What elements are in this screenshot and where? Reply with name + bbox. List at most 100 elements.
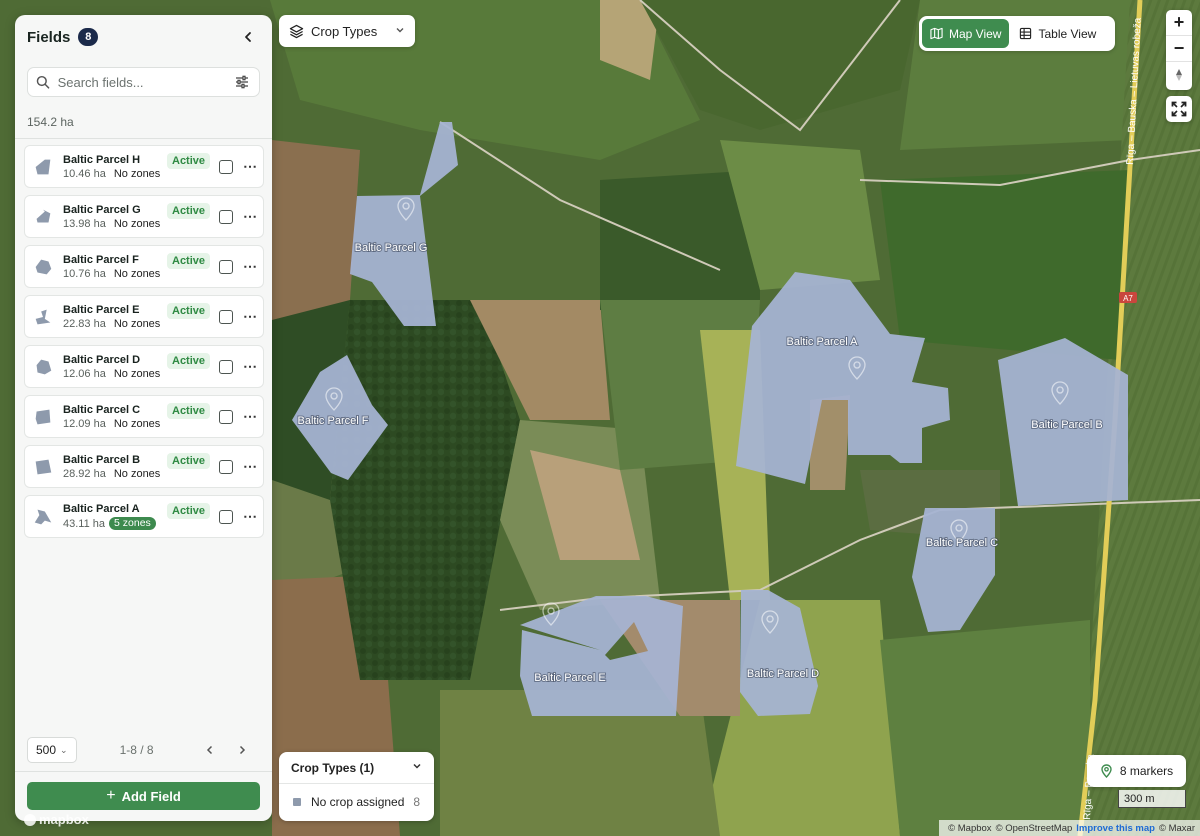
field-shape-icon (31, 156, 55, 178)
field-list-item[interactable]: Baltic Parcel A 43.11 ha 5 zones Active … (24, 495, 264, 538)
search-icon (36, 75, 50, 89)
field-list-item[interactable]: Baltic Parcel E 22.83 ha No zones Active… (24, 295, 264, 338)
map-view-label: Map View (949, 26, 1002, 41)
field-info: Baltic Parcel B 28.92 ha No zones (63, 454, 163, 480)
fields-count-badge: 8 (78, 28, 99, 46)
maxar-attribution-link[interactable]: © Maxar (1159, 823, 1195, 834)
field-meta: 22.83 ha No zones (63, 318, 163, 330)
field-meta: 28.92 ha No zones (63, 468, 163, 480)
improve-map-link[interactable]: Improve this map (1076, 823, 1155, 834)
status-badge: Active (167, 303, 211, 319)
field-checkbox[interactable] (219, 409, 233, 424)
scale-bar: 300 m (1118, 790, 1186, 808)
scale-label: 300 m (1124, 792, 1155, 805)
plus-icon: + (106, 787, 116, 804)
field-name: Baltic Parcel B (63, 453, 141, 466)
status-badge: Active (167, 203, 211, 219)
field-area: 10.76 ha (63, 267, 106, 280)
search-input[interactable] (57, 74, 234, 90)
sidebar-header: Fields 8 (15, 15, 272, 59)
field-checkbox[interactable] (219, 309, 233, 324)
chevron-down-icon (412, 761, 422, 774)
crop-types-legend: Crop Types (1) No crop assigned 8 (279, 752, 434, 821)
legend-row: No crop assigned 8 (279, 784, 434, 820)
mapbox-logo-text: mapbox (39, 812, 89, 827)
zoom-in-button[interactable]: + (1166, 10, 1192, 36)
field-name: Baltic Parcel G (63, 203, 141, 216)
chevron-left-icon (206, 745, 212, 755)
next-page-button[interactable] (232, 740, 252, 760)
field-shape-icon (31, 256, 55, 278)
field-meta: 10.46 ha No zones (63, 168, 163, 180)
map-icon (930, 27, 943, 40)
field-list-item[interactable]: Baltic Parcel G 13.98 ha No zones Active… (24, 195, 264, 238)
field-list: Baltic Parcel H 10.46 ha No zones Active… (15, 145, 272, 538)
filter-button[interactable] (234, 73, 251, 91)
more-options-icon[interactable]: ⋯ (243, 408, 257, 425)
osm-attribution-link[interactable]: © OpenStreetMap (996, 823, 1073, 834)
field-checkbox[interactable] (219, 509, 233, 524)
markers-label: 8 markers (1119, 764, 1174, 778)
field-list-item[interactable]: Baltic Parcel C 12.09 ha No zones Active… (24, 395, 264, 438)
chevron-right-icon (239, 745, 245, 755)
map-attribution: © Mapbox © OpenStreetMap Improve this ma… (939, 820, 1200, 836)
field-name: Baltic Parcel A (63, 503, 140, 515)
legend-row-count: 8 (413, 795, 420, 809)
collapse-sidebar-button[interactable] (236, 25, 260, 49)
crop-types-dropdown[interactable]: Crop Types (279, 15, 415, 47)
field-name: Baltic Parcel H (63, 153, 141, 166)
field-checkbox[interactable] (219, 259, 233, 274)
more-options-icon[interactable]: ⋯ (243, 158, 257, 175)
compass-button[interactable] (1166, 62, 1192, 88)
pagination: 500 ⌄ 1-8 / 8 (15, 733, 272, 767)
field-area: 10.46 ha (63, 167, 106, 180)
total-area: 154.2 ha (27, 115, 74, 129)
field-meta: 12.09 ha No zones (63, 418, 163, 430)
zones-pill[interactable]: 5 zones (109, 517, 156, 530)
field-list-item[interactable]: Baltic Parcel D 12.06 ha No zones Active… (24, 345, 264, 388)
field-area: 12.09 ha (63, 417, 106, 430)
field-shape-icon (31, 206, 55, 228)
more-options-icon[interactable]: ⋯ (243, 308, 257, 325)
field-info: Baltic Parcel A 43.11 ha 5 zones (63, 503, 163, 530)
field-name: Baltic Parcel D (63, 353, 141, 366)
more-options-icon[interactable]: ⋯ (243, 458, 257, 475)
legend-header[interactable]: Crop Types (1) (279, 752, 434, 784)
map-view-button[interactable]: Map View (922, 19, 1010, 48)
table-icon (1020, 27, 1032, 40)
field-checkbox[interactable] (219, 159, 233, 174)
field-area: 22.83 ha (63, 317, 106, 330)
table-view-label: Table View (1038, 26, 1097, 41)
more-options-icon[interactable]: ⋯ (243, 258, 257, 275)
status-badge: Active (167, 403, 211, 419)
field-area: 12.06 ha (63, 367, 106, 380)
field-name: Baltic Parcel C (63, 403, 141, 416)
more-options-icon[interactable]: ⋯ (243, 508, 257, 525)
add-field-label: Add Field (121, 788, 181, 804)
status-badge: Active (167, 353, 211, 369)
mapbox-logo[interactable]: mapbox (24, 812, 89, 827)
previous-page-button[interactable] (200, 740, 220, 760)
field-checkbox[interactable] (219, 459, 233, 474)
mapbox-attribution-link[interactable]: © Mapbox (948, 823, 991, 834)
field-list-item[interactable]: Baltic Parcel F 10.76 ha No zones Active… (24, 245, 264, 288)
chevron-down-icon: ⌄ (60, 744, 68, 755)
page-size-select[interactable]: 500 ⌄ (27, 737, 77, 763)
add-field-button[interactable]: + Add Field (27, 782, 260, 810)
field-info: Baltic Parcel H 10.46 ha No zones (63, 154, 163, 180)
field-list-item[interactable]: Baltic Parcel B 28.92 ha No zones Active… (24, 445, 264, 488)
fullscreen-button[interactable] (1166, 96, 1192, 122)
table-view-button[interactable]: Table View (1011, 19, 1104, 48)
field-list-item[interactable]: Baltic Parcel H 10.46 ha No zones Active… (24, 145, 264, 188)
compass-icon (1176, 69, 1182, 81)
more-options-icon[interactable]: ⋯ (243, 358, 257, 375)
zoom-out-button[interactable]: − (1166, 36, 1192, 62)
more-options-icon[interactable]: ⋯ (243, 208, 257, 225)
legend-swatch (293, 798, 301, 806)
chevron-down-icon (395, 25, 405, 38)
parcel-label-c: Baltic Parcel C (926, 537, 998, 549)
field-checkbox[interactable] (219, 359, 233, 374)
markers-toggle-button[interactable]: 8 markers (1087, 755, 1186, 787)
field-area: 28.92 ha (63, 467, 106, 480)
field-checkbox[interactable] (219, 209, 233, 224)
